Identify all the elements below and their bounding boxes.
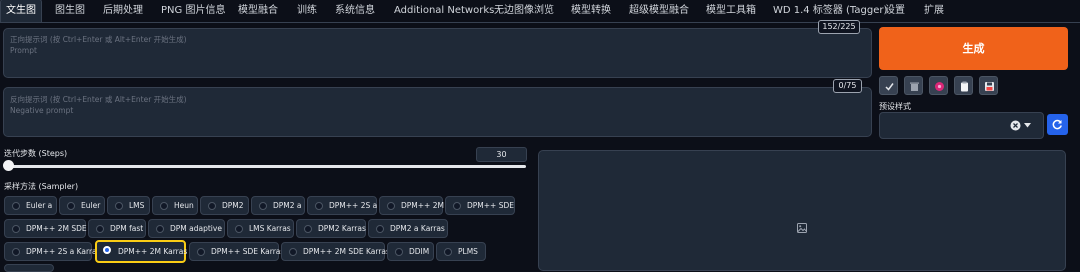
sampler-option-dpm2-karras[interactable]: DPM2 Karras — [296, 219, 366, 238]
radio-icon — [376, 225, 384, 233]
tab-system-info[interactable]: 系统信息 — [335, 0, 375, 22]
radio-selected-icon — [103, 246, 111, 254]
negative-prompt-placeholder: 反向提示词 (按 Ctrl+Enter 或 Alt+Enter 开始生成) — [10, 95, 187, 104]
radio-icon — [289, 248, 297, 256]
prompt-placeholder-en: Prompt — [10, 46, 37, 55]
sampler-option-dpm2-a-karras[interactable]: DPM2 a Karras — [368, 219, 448, 238]
tab-txt2img[interactable]: 文生图 — [0, 0, 42, 22]
radio-icon — [12, 248, 20, 256]
prompt-textarea[interactable]: 正向提示词 (按 Ctrl+Enter 或 Alt+Enter 开始生成) Pr… — [3, 28, 872, 78]
radio-icon — [12, 225, 20, 233]
tab-extensions[interactable]: 扩展 — [924, 0, 944, 22]
steps-number-input[interactable]: 30 — [476, 147, 527, 162]
radio-icon — [395, 248, 403, 256]
prompt-placeholder: 正向提示词 (按 Ctrl+Enter 或 Alt+Enter 开始生成) — [10, 35, 187, 44]
negative-prompt-textarea[interactable]: 反向提示词 (按 Ctrl+Enter 或 Alt+Enter 开始生成) Ne… — [3, 87, 872, 137]
sampler-option-dpm2[interactable]: DPM2 — [200, 196, 249, 215]
radio-icon — [115, 202, 123, 210]
styles-label: 预设样式 — [879, 102, 911, 111]
save-icon — [985, 82, 994, 91]
refresh-styles-button[interactable] — [1047, 114, 1068, 135]
sampler-option-plms[interactable]: PLMS — [436, 242, 486, 261]
sampler-option-dpmpp-sde-karras[interactable]: DPM++ SDE Karras — [189, 242, 284, 261]
radio-icon — [259, 202, 267, 210]
radio-icon — [304, 225, 312, 233]
sampler-option-euler[interactable]: Euler — [59, 196, 105, 215]
tab-img2img[interactable]: 图生图 — [55, 0, 85, 22]
tab-image-browser[interactable]: 无边图像浏览 — [494, 0, 554, 22]
radio-icon — [444, 248, 452, 256]
tab-extras[interactable]: 后期处理 — [103, 0, 143, 22]
radio-icon — [453, 202, 461, 210]
refresh-icon — [1052, 119, 1062, 130]
clear-icon[interactable] — [1010, 120, 1021, 131]
steps-slider-track[interactable] — [5, 165, 526, 168]
output-gallery — [538, 150, 1066, 271]
sampler-option-dpm2-a[interactable]: DPM2 a — [251, 196, 305, 215]
radio-icon — [235, 225, 243, 233]
main-tab-bar: 文生图 图生图 后期处理 PNG 图片信息 模型融合 训练 系统信息 Addit… — [0, 0, 1080, 23]
sampler-option-dpmpp-2m-sde-karras[interactable]: DPM++ 2M SDE Karras — [281, 242, 390, 261]
sampler-option-dpmpp-2m[interactable]: DPM++ 2M — [379, 196, 444, 215]
sampler-option-dpm-fast[interactable]: DPM fast — [88, 219, 146, 238]
paste-params-button[interactable] — [954, 76, 973, 95]
radio-icon — [160, 202, 168, 210]
sampler-option-dpmpp-2m-sde[interactable]: DPM++ 2M SDE — [4, 219, 87, 238]
radio-icon — [208, 202, 216, 210]
tab-model-toolkit[interactable]: 模型工具箱 — [706, 0, 756, 22]
sampler-option-dpmpp-2s-a[interactable]: DPM++ 2S a — [307, 196, 377, 215]
sampler-option-heun[interactable]: Heun — [152, 196, 198, 215]
trash-icon — [910, 82, 919, 91]
negative-prompt-placeholder-en: Negative prompt — [10, 106, 74, 115]
tab-model-converter[interactable]: 模型转换 — [571, 0, 611, 22]
save-style-button[interactable] — [979, 76, 998, 95]
clear-prompt-button[interactable] — [904, 76, 923, 95]
tab-settings[interactable]: 设置 — [885, 0, 905, 22]
tab-tagger[interactable]: WD 1.4 标签器 (Tagger) — [773, 0, 887, 22]
steps-label: 迭代步数 (Steps) — [4, 149, 68, 158]
generate-button[interactable]: 生成 — [879, 27, 1068, 70]
sampler-option-dpmpp-2m-karras[interactable]: DPM++ 2M Karras — [95, 240, 187, 263]
radio-icon — [197, 248, 205, 256]
sampler-option-dpmpp-2s-a-karras[interactable]: DPM++ 2S a Karras — [4, 242, 101, 261]
sampler-option-overflow[interactable] — [4, 264, 54, 272]
radio-icon — [67, 202, 75, 210]
radio-icon — [387, 202, 395, 210]
tab-train[interactable]: 训练 — [297, 0, 317, 22]
tab-checkpoint-merger[interactable]: 模型融合 — [238, 0, 278, 22]
apply-style-button[interactable] — [879, 76, 898, 95]
tab-additional-networks[interactable]: Additional Networks — [394, 0, 494, 22]
prompt-token-counter: 152/225 — [818, 20, 860, 34]
clipboard-icon — [961, 81, 968, 92]
sampler-option-dpm-adaptive[interactable]: DPM adaptive — [148, 219, 225, 238]
sampler-option-dpmpp-sde[interactable]: DPM++ SDE — [445, 196, 515, 215]
sampler-option-ddim[interactable]: DDIM — [387, 242, 434, 261]
sampler-option-lms[interactable]: LMS — [107, 196, 150, 215]
show-extra-networks-button[interactable] — [929, 76, 948, 95]
styles-dropdown[interactable] — [879, 112, 1044, 139]
radio-icon — [12, 202, 20, 210]
sampler-label: 采样方法 (Sampler) — [4, 182, 79, 191]
sampler-option-lms-karras[interactable]: LMS Karras — [227, 219, 294, 238]
palette-icon — [935, 82, 944, 91]
image-placeholder-icon — [797, 223, 807, 233]
steps-slider-thumb[interactable] — [3, 160, 14, 171]
tab-png-info[interactable]: PNG 图片信息 — [161, 0, 225, 22]
chevron-down-icon — [1024, 123, 1031, 128]
negative-prompt-token-counter: 0/75 — [833, 79, 862, 93]
sampler-option-euler-a[interactable]: Euler a — [4, 196, 57, 215]
radio-icon — [315, 202, 323, 210]
radio-icon — [96, 225, 104, 233]
radio-icon — [156, 225, 164, 233]
check-icon — [885, 83, 894, 91]
tab-super-merger[interactable]: 超级模型融合 — [629, 0, 689, 22]
